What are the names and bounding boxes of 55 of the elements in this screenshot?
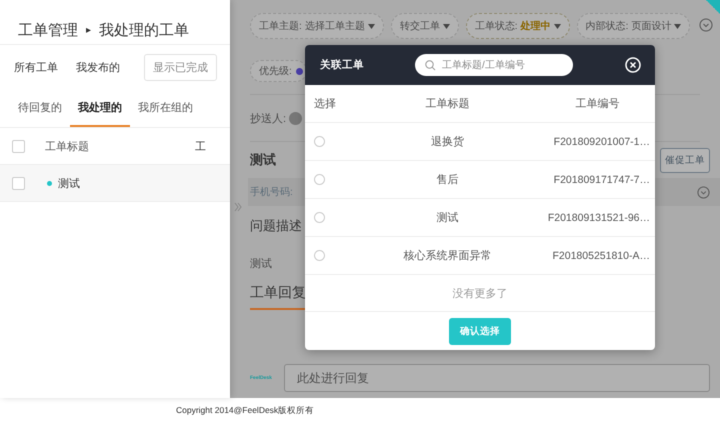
show-completed-button[interactable]: 显示已完成	[144, 54, 217, 80]
modal-title: 关联工单	[320, 58, 365, 72]
filter-link[interactable]: 我发布的	[76, 60, 120, 74]
caret-icon	[554, 24, 561, 28]
radio-button[interactable]	[314, 136, 325, 147]
column-header: 选择	[314, 97, 336, 111]
priority-pill[interactable]: 优先级:	[250, 60, 307, 82]
caret-icon	[442, 24, 450, 28]
phone-label: 手机号码:	[250, 186, 294, 199]
avatar-icon	[289, 112, 302, 126]
dropdown-pill[interactable]: 转交工单	[390, 13, 459, 39]
select-all-checkbox[interactable]	[12, 140, 25, 152]
column-header: 工	[195, 140, 206, 154]
copyright-text: Copyright 2014@FeelDesk版权所有	[176, 404, 314, 416]
tab[interactable]: 我所在组的	[130, 89, 201, 127]
radio-button[interactable]	[314, 212, 325, 223]
ticket-title-cell-text: 测试	[436, 211, 458, 225]
status-dot-icon	[47, 180, 52, 186]
filter-link[interactable]: 所有工单	[14, 60, 58, 74]
ticket-title-cell-text: 退换货	[431, 135, 464, 149]
urge-button[interactable]: 催促工单	[660, 148, 710, 172]
reply-field[interactable]: 此处进行回复	[284, 364, 710, 392]
description-text: 测试	[250, 256, 273, 270]
dropdown-pill[interactable]: 工单主题: 选择工单主题	[250, 13, 384, 39]
cc-label: 抄送人:	[250, 112, 286, 124]
column-header: 工单标题	[426, 97, 470, 111]
ticket-title-cell-text: 核心系统界面异常	[404, 248, 492, 263]
tab[interactable]: 待回复的	[14, 89, 70, 127]
row-checkbox[interactable]	[12, 176, 25, 190]
close-icon[interactable]	[625, 57, 641, 73]
end-of-list-text: 没有更多了	[452, 286, 508, 300]
page-title: 我处理的工单	[99, 20, 190, 40]
ticket-number-cell: F201809171747-7…	[554, 174, 650, 186]
breadcrumb-separator: ▸	[86, 24, 92, 36]
radio-button[interactable]	[314, 250, 325, 261]
double-chevron-icon[interactable]	[234, 202, 242, 212]
radio-button[interactable]	[314, 174, 325, 185]
dropdown-pill[interactable]: 内部状态: 页面设计	[576, 13, 690, 39]
search-field[interactable]: 工单标题/工单编号	[415, 54, 573, 76]
dropdown-pill[interactable]: 工单状态: 处理中	[466, 13, 570, 39]
column-header: 工单标题	[45, 140, 90, 154]
ticket-number-cell: F201805251810-A…	[552, 250, 650, 262]
caret-icon	[368, 24, 375, 28]
ticket-heading: 测试	[250, 151, 277, 169]
ticket-title-cell-text: 售后	[436, 173, 458, 187]
caret-icon	[674, 24, 682, 28]
chevron-circle-icon[interactable]	[697, 186, 710, 198]
breadcrumb-link[interactable]: 工单管理	[18, 20, 78, 40]
description-heading: 问题描述	[250, 217, 303, 235]
column-header: 工单编号	[576, 97, 620, 111]
ticket-number-cell: F201809131521-96…	[548, 212, 650, 224]
chevron-circle-icon[interactable]	[699, 18, 713, 32]
ticket-number-cell: F201809201007-1…	[554, 136, 650, 148]
ticket-title-cell[interactable]: 测试	[58, 176, 80, 190]
tab[interactable]: 我处理的	[70, 89, 130, 127]
